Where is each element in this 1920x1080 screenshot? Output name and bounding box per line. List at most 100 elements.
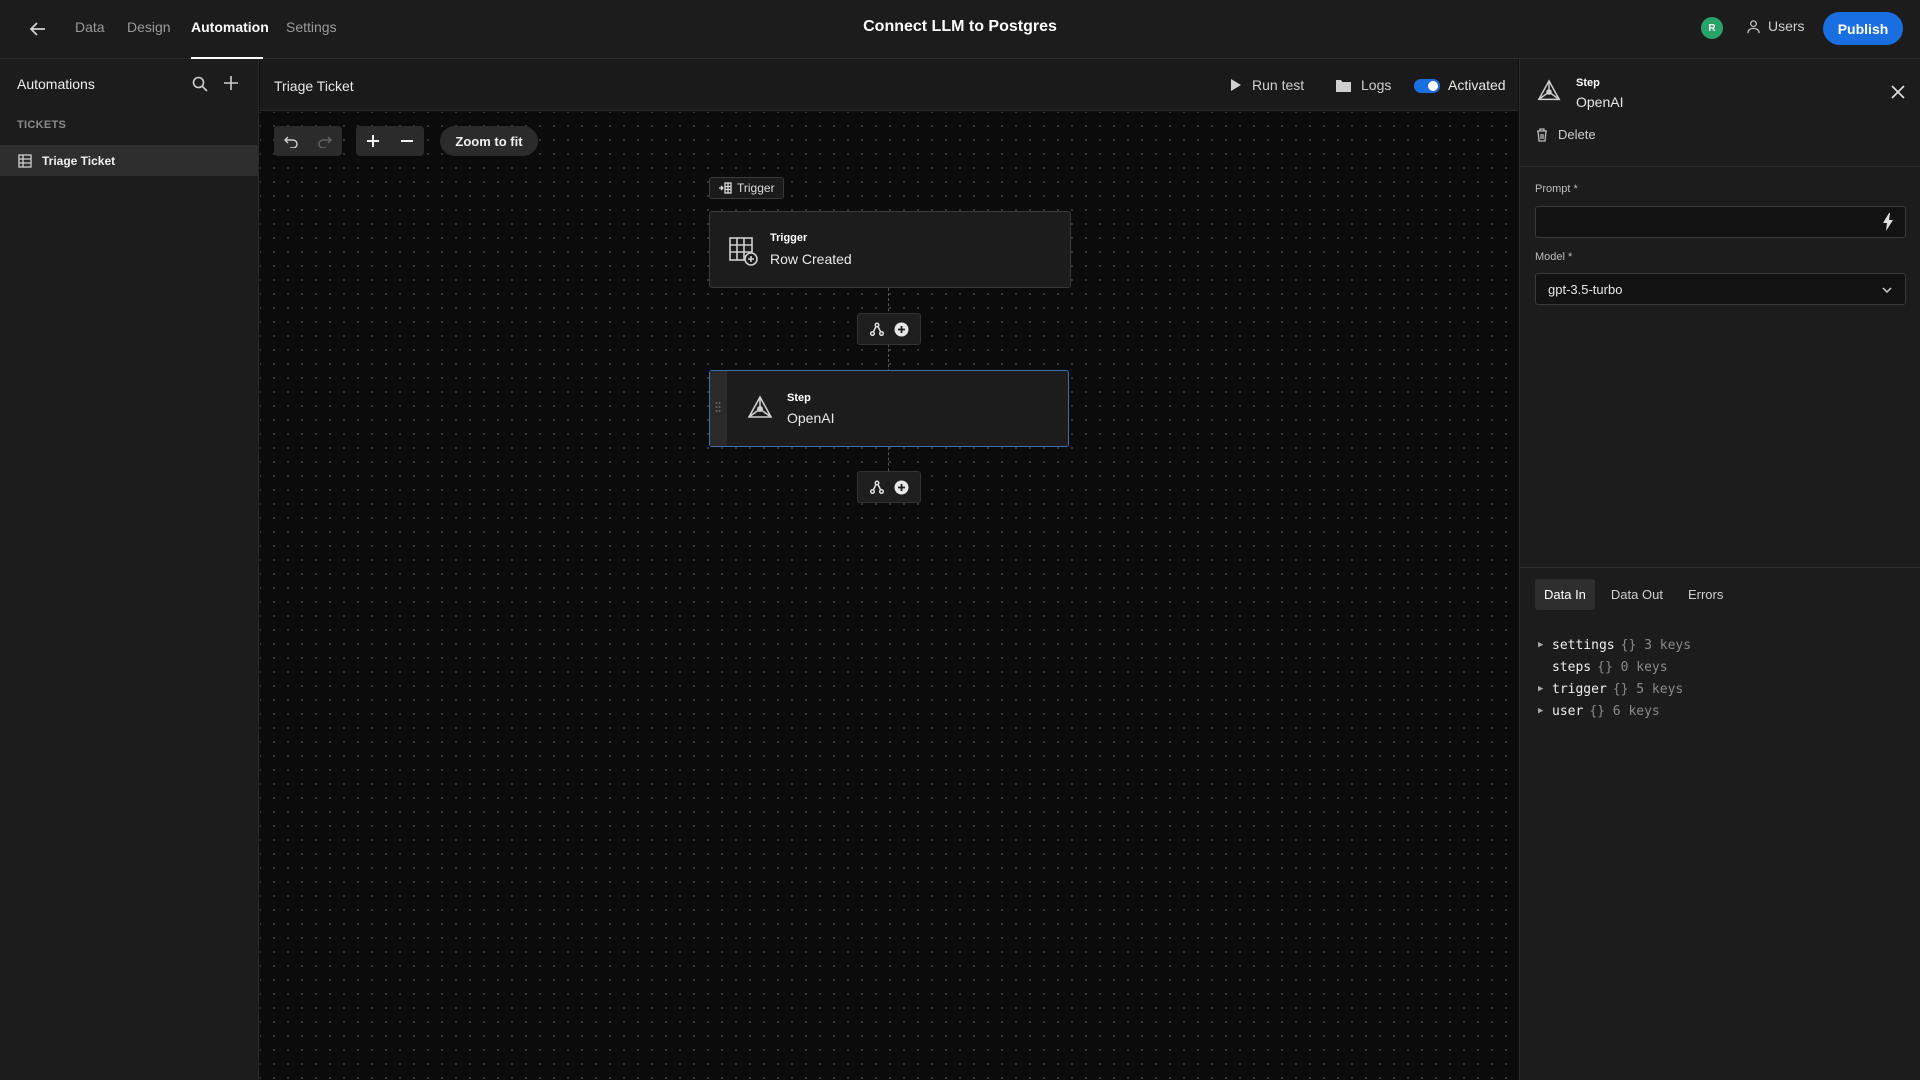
sidebar-item-label: Triage Ticket [42, 153, 116, 168]
tree-key: settings [1552, 637, 1615, 653]
drag-handle[interactable] [710, 371, 727, 446]
back-arrow-icon[interactable] [26, 17, 50, 41]
tree-meta: {} 6 keys [1589, 703, 1660, 719]
branch-icon[interactable] [869, 322, 884, 336]
redo-button[interactable] [308, 126, 342, 156]
tree-row-settings[interactable]: ▶ settings {} 3 keys [1538, 634, 1691, 656]
undo-redo-group [274, 126, 342, 156]
data-tree: ▶ settings {} 3 keys steps {} 0 keys ▶ t… [1538, 634, 1691, 722]
zoom-in-button[interactable] [356, 126, 390, 156]
data-tabs: Data In Data Out Errors [1535, 579, 1739, 610]
step-node-label: Step [787, 392, 811, 404]
tab-errors[interactable]: Errors [1679, 579, 1732, 610]
openai-icon [747, 395, 773, 418]
activated-label: Activated [1448, 77, 1506, 93]
prompt-input[interactable] [1535, 206, 1906, 238]
zoom-out-button[interactable] [390, 126, 424, 156]
trigger-node[interactable]: Trigger Row Created [709, 211, 1071, 288]
tree-key: user [1552, 703, 1584, 719]
automations-sidebar: Automations TICKETS Triage Ticket [0, 59, 259, 1080]
openai-icon [1537, 79, 1561, 101]
add-step-pill [857, 313, 921, 345]
undo-icon [284, 136, 298, 148]
sidebar-section-tickets: TICKETS [17, 119, 67, 131]
chevron-down-icon [1882, 287, 1892, 294]
panel-divider [1520, 567, 1920, 568]
sidebar-item-triage-ticket[interactable]: Triage Ticket [0, 145, 258, 176]
tree-meta: {} 5 keys [1612, 681, 1684, 697]
model-select[interactable]: gpt-3.5-turbo [1535, 273, 1906, 305]
tab-data-in[interactable]: Data In [1535, 579, 1595, 610]
step-node-value: OpenAI [787, 410, 835, 426]
play-icon [1231, 79, 1241, 91]
tree-row-steps: steps {} 0 keys [1538, 656, 1691, 678]
add-step-icon[interactable] [894, 322, 909, 337]
avatar-initial: R [1708, 22, 1716, 34]
table-add-icon [729, 237, 758, 266]
run-test-button[interactable]: Run test [1230, 77, 1304, 93]
model-value: gpt-3.5-turbo [1548, 281, 1623, 297]
canvas-header: Triage Ticket Run test Logs Activated [260, 59, 1518, 111]
step-node-openai[interactable]: Step OpenAI [709, 370, 1069, 447]
panel-step-label: Step [1576, 77, 1600, 89]
publish-button[interactable]: Publish [1823, 12, 1903, 45]
undo-button[interactable] [274, 126, 308, 156]
connector-line [888, 447, 889, 471]
delete-label: Delete [1558, 127, 1596, 142]
branch-icon[interactable] [869, 480, 884, 494]
caret-right-icon[interactable]: ▶ [1538, 684, 1546, 694]
tab-settings[interactable]: Settings [286, 19, 337, 35]
tab-data-out[interactable]: Data Out [1602, 579, 1672, 610]
logs-button[interactable]: Logs [1336, 77, 1391, 93]
logs-label: Logs [1361, 77, 1392, 93]
folder-icon [1336, 79, 1351, 92]
run-test-label: Run test [1252, 77, 1305, 93]
trigger-icon [719, 182, 732, 194]
tree-row-user[interactable]: ▶ user {} 6 keys [1538, 700, 1691, 722]
tab-data[interactable]: Data [75, 19, 105, 35]
caret-right-icon[interactable]: ▶ [1538, 640, 1546, 650]
users-label: Users [1768, 18, 1805, 34]
table-icon [18, 153, 32, 168]
panel-divider [1520, 166, 1920, 167]
prompt-label: Prompt * [1535, 183, 1578, 195]
activated-toggle[interactable] [1414, 79, 1440, 93]
close-icon[interactable] [1890, 84, 1906, 100]
tree-key: trigger [1552, 681, 1607, 697]
trash-icon [1537, 127, 1547, 142]
automation-title: Triage Ticket [274, 78, 354, 94]
tree-meta: {} 0 keys [1597, 659, 1668, 675]
lightning-bolt-icon[interactable] [1882, 213, 1894, 231]
trigger-chip-label: Trigger [737, 181, 775, 195]
trigger-node-label: Trigger [770, 232, 808, 244]
search-icon[interactable] [191, 75, 209, 93]
sidebar-title: Automations [17, 76, 95, 92]
app-title: Connect LLM to Postgres [863, 18, 1057, 35]
zoom-to-fit-button[interactable]: Zoom to fit [440, 126, 538, 156]
tree-row-trigger[interactable]: ▶ trigger {} 5 keys [1538, 678, 1691, 700]
minus-icon [401, 140, 413, 142]
tab-design[interactable]: Design [127, 19, 171, 35]
add-automation-icon[interactable] [222, 74, 240, 92]
tree-key: steps [1552, 659, 1592, 675]
trigger-node-value: Row Created [770, 251, 852, 267]
top-bar: Data Design Automation Settings Connect … [0, 0, 1920, 59]
user-icon [1747, 19, 1760, 33]
plus-icon [367, 135, 379, 147]
model-label: Model * [1535, 251, 1573, 263]
users-button[interactable]: Users [1746, 18, 1805, 34]
trigger-chip: Trigger [709, 177, 784, 199]
caret-right-icon[interactable]: ▶ [1538, 706, 1546, 716]
zoom-group [356, 126, 424, 156]
step-config-panel: Step OpenAI Delete Prompt * Model * gpt-… [1519, 59, 1920, 1080]
redo-icon [318, 136, 332, 148]
tree-meta: {} 3 keys [1620, 637, 1692, 653]
add-step-pill [857, 471, 921, 503]
automation-canvas[interactable]: Zoom to fit Trigger Trigger Row Created [260, 112, 1518, 1080]
panel-step-value: OpenAI [1576, 94, 1624, 110]
avatar[interactable]: R [1701, 17, 1723, 39]
tab-automation[interactable]: Automation [191, 19, 269, 35]
drag-handle-icon [715, 402, 721, 412]
delete-step-button[interactable]: Delete [1536, 127, 1596, 142]
add-step-icon[interactable] [894, 480, 909, 495]
